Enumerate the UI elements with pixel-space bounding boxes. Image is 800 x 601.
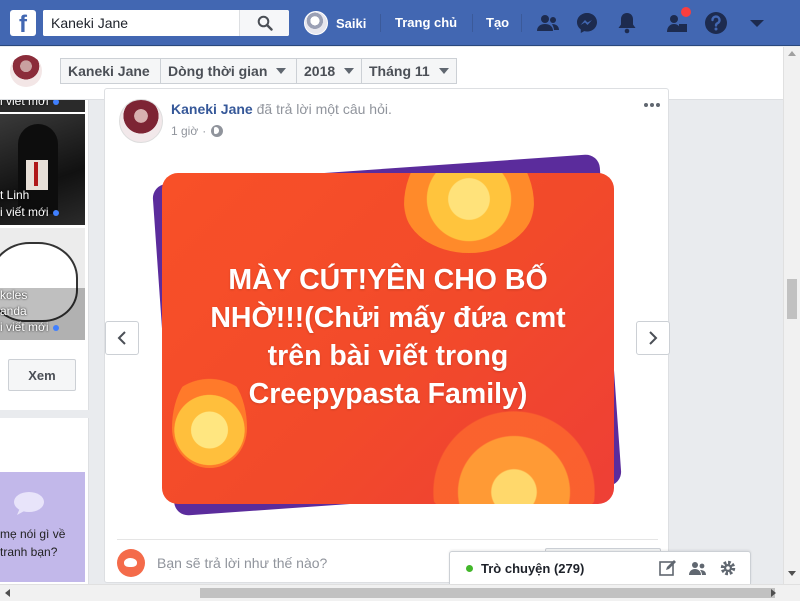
scroll-left-icon[interactable] [5, 589, 10, 597]
scroll-down-icon[interactable] [788, 571, 796, 576]
month-dropdown[interactable]: Tháng 11 [361, 58, 457, 84]
post-card: Kaneki Jane đã trả lời một câu hỏi. 1 gi… [104, 88, 670, 583]
chevron-left-icon [117, 331, 126, 345]
more-options-icon[interactable] [644, 103, 660, 107]
scroll-right-icon[interactable] [771, 589, 776, 597]
left-column-card: i viết mới t Linh i viết mới kcles anda … [0, 100, 89, 410]
breadcrumb-name[interactable]: Kaneki Jane [60, 58, 161, 84]
create-link[interactable]: Tạo [486, 15, 509, 30]
next-arrow-button[interactable] [636, 321, 670, 355]
nav-divider [472, 14, 473, 32]
month-label: Tháng 11 [369, 63, 430, 79]
home-link[interactable]: Trang chủ [395, 15, 457, 30]
friend-thumbnail[interactable]: i viết mới [0, 100, 85, 112]
previous-arrow-button[interactable] [105, 321, 139, 355]
year-label: 2018 [304, 63, 336, 79]
character-tie [34, 162, 38, 186]
question-text: mẹ nói gì về [0, 527, 66, 541]
chevron-down-icon[interactable] [745, 11, 769, 35]
divider [117, 539, 658, 540]
nav-divider [380, 14, 381, 32]
friend-name: kcles [0, 288, 28, 302]
chat-tab[interactable]: Trò chuyện (279) [449, 551, 751, 584]
post-timestamp: 1 giờ · [171, 124, 224, 138]
friend-caption: i viết mới [0, 320, 59, 334]
friend-name-2: anda [0, 304, 27, 318]
question-text: MÀY CÚT!YÊN CHO BỐ NHỜ!!!(Chửi mấy đứa c… [210, 264, 566, 410]
avatar[interactable] [10, 55, 42, 87]
search-icon [257, 15, 273, 31]
flame-decoration [404, 173, 534, 253]
horizontal-scrollbar[interactable] [0, 584, 800, 601]
post-header: Kaneki Jane đã trả lời một câu hỏi. [171, 101, 392, 117]
breadcrumb-section-label: Dòng thời gian [168, 63, 268, 79]
globe-icon[interactable] [211, 125, 224, 137]
settings-icon[interactable] [719, 559, 737, 577]
time-separator: · [202, 124, 207, 138]
breadcrumb-section[interactable]: Dòng thời gian [160, 58, 297, 84]
view-button[interactable]: Xem [8, 359, 76, 391]
answer-prompt[interactable]: Bạn sẽ trả lời như thế nào? [157, 555, 327, 571]
search-input[interactable] [43, 10, 239, 36]
answer-bubble-icon [117, 549, 145, 577]
vertical-scrollbar[interactable] [783, 47, 800, 584]
friend-thumbnail[interactable]: kcles anda i viết mới [0, 228, 85, 340]
avatar[interactable] [119, 99, 163, 143]
scrollbar-thumb[interactable] [787, 279, 797, 319]
question-card: MÀY CÚT!YÊN CHO BỐ NHỜ!!!(Chửi mấy đứa c… [162, 173, 614, 504]
chat-label: Trò chuyện (279) [481, 561, 585, 576]
compose-icon[interactable] [659, 559, 677, 577]
scrollbar-thumb[interactable] [200, 588, 775, 598]
friend-caption: i viết mới [0, 205, 59, 219]
friends-icon[interactable] [536, 11, 560, 35]
profile-link[interactable]: Saiki [304, 11, 366, 35]
question-card-thumbnail[interactable]: mẹ nói gì về tranh bạn? [0, 472, 85, 582]
messenger-icon[interactable] [575, 11, 599, 35]
notification-badge [680, 6, 692, 18]
friend-name: t Linh [0, 188, 30, 202]
year-dropdown[interactable]: 2018 [296, 58, 362, 84]
time-label[interactable]: 1 giờ [171, 124, 198, 138]
search-box [43, 10, 289, 36]
post-action: đã trả lời một câu hỏi. [252, 101, 392, 117]
question-text-2: tranh bạn? [0, 545, 58, 559]
speech-bubble-icon [14, 492, 44, 515]
top-navigation-bar: f Saiki Trang chủ Tạo [0, 0, 800, 46]
search-button[interactable] [239, 10, 289, 36]
avatar [304, 11, 328, 35]
author-link[interactable]: Kaneki Jane [171, 101, 253, 117]
group-icon[interactable] [689, 559, 707, 577]
friend-caption: i viết mới [0, 100, 59, 108]
help-icon[interactable] [704, 11, 728, 35]
chevron-down-icon [438, 68, 449, 74]
facebook-logo-icon[interactable]: f [10, 10, 36, 36]
nav-divider [521, 14, 522, 32]
left-column-card-2: mẹ nói gì về tranh bạn? [0, 418, 89, 601]
chevron-down-icon [344, 68, 355, 74]
notifications-icon[interactable] [615, 11, 639, 35]
answer-row[interactable]: Bạn sẽ trả lời như thế nào? [117, 549, 327, 577]
online-status-dot [466, 565, 473, 572]
breadcrumb-name-label: Kaneki Jane [68, 63, 150, 79]
profile-name: Saiki [336, 15, 367, 31]
friend-thumbnail[interactable]: t Linh i viết mới [0, 114, 85, 225]
flame-decoration [424, 408, 604, 504]
scroll-up-icon[interactable] [788, 51, 796, 56]
chevron-right-icon [649, 331, 658, 345]
chevron-down-icon [276, 68, 287, 74]
